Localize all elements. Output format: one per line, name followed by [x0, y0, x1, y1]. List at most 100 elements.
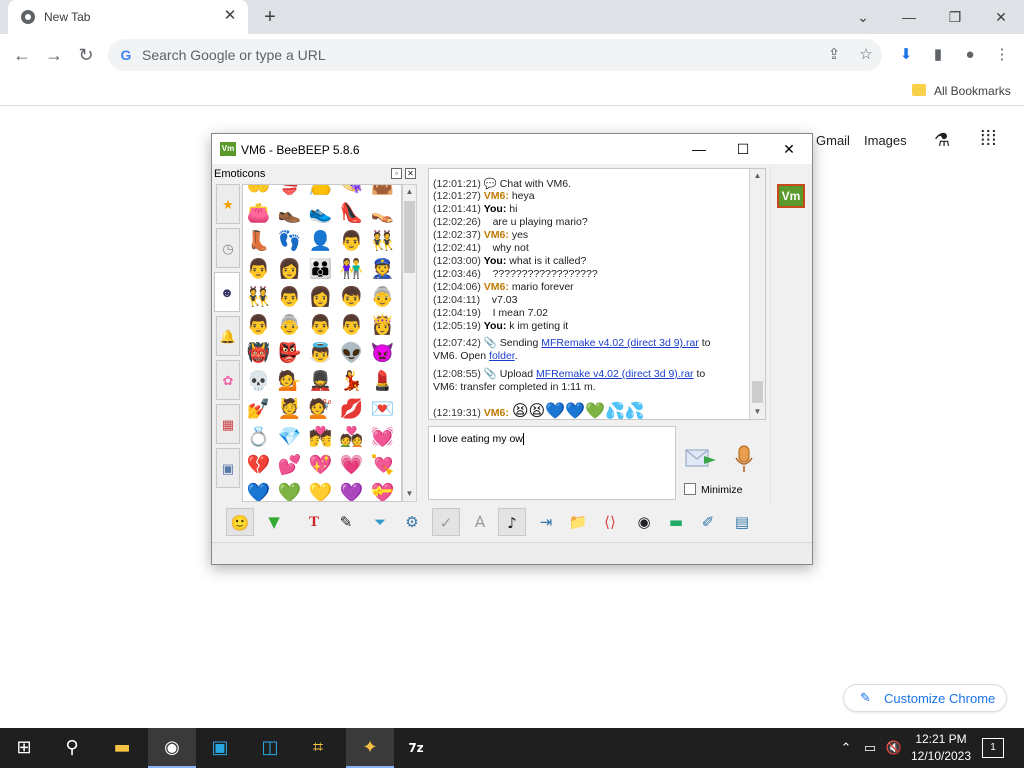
emoticon-button[interactable]: 👺	[274, 339, 305, 367]
emoticon-button[interactable]: 👨	[243, 255, 274, 283]
network-icon[interactable]: ▭	[860, 738, 880, 758]
windows-start-icon[interactable]: ⊞	[0, 728, 48, 768]
images-link[interactable]: Images	[864, 133, 907, 148]
app-yellow-icon[interactable]: ⌗	[294, 728, 342, 768]
emoticon-button[interactable]: 🤲	[243, 185, 274, 199]
chrome-minimize-button[interactable]: —	[886, 4, 932, 30]
emoticon-button[interactable]: 👨	[243, 311, 274, 339]
panel-close-icon[interactable]: ✕	[405, 168, 416, 179]
new-tab-button[interactable]: +	[259, 6, 281, 28]
emoticon-button[interactable]: 👽	[336, 339, 367, 367]
emoticon-button[interactable]: 💝	[367, 479, 398, 501]
emoticon-button[interactable]: 👟	[305, 199, 336, 227]
emoticon-button[interactable]: 👞	[274, 199, 305, 227]
omnibox[interactable]: G ⇪ ☆	[108, 39, 882, 71]
emoticon-button[interactable]: 👨	[336, 227, 367, 255]
forward-button[interactable]: →	[42, 43, 66, 67]
category-recent-tab[interactable]: ◷	[216, 228, 240, 268]
vm6-avatar[interactable]: Vm	[777, 184, 805, 208]
7zip-icon[interactable]: 7z	[392, 728, 440, 768]
open-folder-link[interactable]: folder	[489, 350, 515, 362]
profile-avatar-icon[interactable]: ●	[958, 43, 982, 67]
panel-float-icon[interactable]: ▫	[391, 168, 402, 179]
emoticon-button[interactable]: 💘	[367, 451, 398, 479]
emoticon-button[interactable]: 👜	[367, 185, 398, 199]
customize-chrome-button[interactable]: ✎ Customize Chrome	[843, 684, 1007, 712]
scroll-up-arrow-icon[interactable]: ▲	[404, 185, 415, 199]
category-symbols-tab[interactable]: ▣	[216, 448, 240, 488]
emoticon-button[interactable]: 💓	[367, 423, 398, 451]
emoticon-button[interactable]: 👙	[274, 185, 305, 199]
emoticon-button[interactable]: 👠	[336, 199, 367, 227]
emoticon-button[interactable]: 👹	[243, 339, 274, 367]
search-icon[interactable]: ⚲	[48, 728, 96, 768]
emoticon-button[interactable]: 💅	[243, 395, 274, 423]
beebeep-maximize-button[interactable]: ☐	[728, 138, 758, 160]
back-button[interactable]: ←	[10, 43, 34, 67]
chrome-taskbar-icon[interactable]: ◉	[148, 728, 196, 768]
emoticon-button[interactable]: 👤	[305, 227, 336, 255]
emoticon-button[interactable]: 👦	[336, 283, 367, 311]
sound-note-icon[interactable]: ♪	[498, 508, 526, 536]
emoticons-toggle-icon[interactable]: 🙂	[226, 508, 254, 536]
emoticon-button[interactable]: 💌	[367, 395, 398, 423]
html-code-icon[interactable]: ⟨⟩	[596, 508, 624, 536]
emoticon-button[interactable]: 👼	[305, 339, 336, 367]
google-apps-icon[interactable]: ⁞⁞⁞	[980, 128, 997, 151]
window-icon[interactable]: ▬	[662, 508, 690, 536]
chrome-close-button[interactable]: ✕	[978, 4, 1024, 30]
scroll-thumb[interactable]	[404, 201, 415, 273]
pin-icon[interactable]: ▼	[260, 508, 288, 536]
side-panel-icon[interactable]: ▮	[926, 43, 950, 67]
send-file-icon[interactable]: 📁	[564, 508, 592, 536]
emoticon-button[interactable]: 💗	[336, 451, 367, 479]
notifications-icon[interactable]: 1	[982, 738, 1004, 758]
share-icon[interactable]: ⇪	[822, 43, 846, 67]
omnibox-input[interactable]	[142, 45, 782, 65]
emoticon-button[interactable]: 💑	[336, 423, 367, 451]
chat-scroll-down-icon[interactable]: ▼	[752, 405, 763, 419]
chat-scrollbar[interactable]: ▲ ▼	[749, 169, 765, 419]
emoticon-button[interactable]: 💔	[243, 451, 274, 479]
emoticon-button[interactable]: 💜	[336, 479, 367, 501]
scroll-down-arrow-icon[interactable]: ▼	[404, 487, 415, 501]
app-square-icon[interactable]: ◫	[246, 728, 294, 768]
emoticon-button[interactable]: 👪	[305, 255, 336, 283]
emoticon-button[interactable]: 👿	[367, 339, 398, 367]
emoticon-button[interactable]: 👫	[336, 255, 367, 283]
labs-flask-icon[interactable]: ⚗	[934, 130, 950, 151]
tab-new-tab[interactable]: New Tab ✕	[8, 0, 248, 34]
emoticon-button[interactable]: 👢	[243, 227, 274, 255]
emoticon-button[interactable]: 💛	[305, 479, 336, 501]
beebeep-minimize-button[interactable]: —	[684, 138, 714, 160]
emoticon-button[interactable]: 👩	[305, 283, 336, 311]
emoticon-button[interactable]: 💖	[305, 451, 336, 479]
save-chat-icon[interactable]: ⇥	[532, 508, 560, 536]
message-input[interactable]: I love eating my ow	[428, 426, 676, 500]
reload-button[interactable]: ↻	[74, 43, 98, 67]
bookmark-star-icon[interactable]: ☆	[854, 43, 878, 67]
emoticon-button[interactable]: 👝	[305, 185, 336, 199]
chat-scroll-thumb[interactable]	[752, 381, 763, 403]
tab-close-icon[interactable]: ✕	[222, 8, 238, 24]
emoticon-button[interactable]: 💙	[243, 479, 274, 501]
emoticon-button[interactable]: 💆	[274, 395, 305, 423]
chat-scroll-up-icon[interactable]: ▲	[752, 169, 763, 183]
chrome-menu-icon[interactable]: ⋮	[990, 43, 1014, 67]
category-people-tab[interactable]: ☻	[214, 272, 240, 312]
chrome-restore-button[interactable]: ❐	[932, 4, 978, 30]
save-disk-icon[interactable]: ▤	[728, 508, 756, 536]
emoticon-button[interactable]: 💇	[305, 395, 336, 423]
microphone-icon[interactable]	[732, 444, 756, 474]
emoticon-button[interactable]: 💃	[336, 367, 367, 395]
emoticon-button[interactable]: 👵	[367, 283, 398, 311]
emoticon-button[interactable]: 💏	[305, 423, 336, 451]
gmail-link[interactable]: Gmail	[816, 133, 850, 148]
emoticon-button[interactable]: 👛	[243, 199, 274, 227]
file-link[interactable]: MFRemake v4.02 (direct 3d 9).rar	[536, 368, 694, 380]
tray-chevron-icon[interactable]: ⌃	[836, 738, 856, 758]
category-favorites-tab[interactable]: ★	[216, 184, 240, 224]
category-nature-tab[interactable]: ✿	[216, 360, 240, 400]
emoticon-button[interactable]: 👸	[367, 311, 398, 339]
tab-search-chevron-icon[interactable]: ⌄	[840, 4, 886, 30]
